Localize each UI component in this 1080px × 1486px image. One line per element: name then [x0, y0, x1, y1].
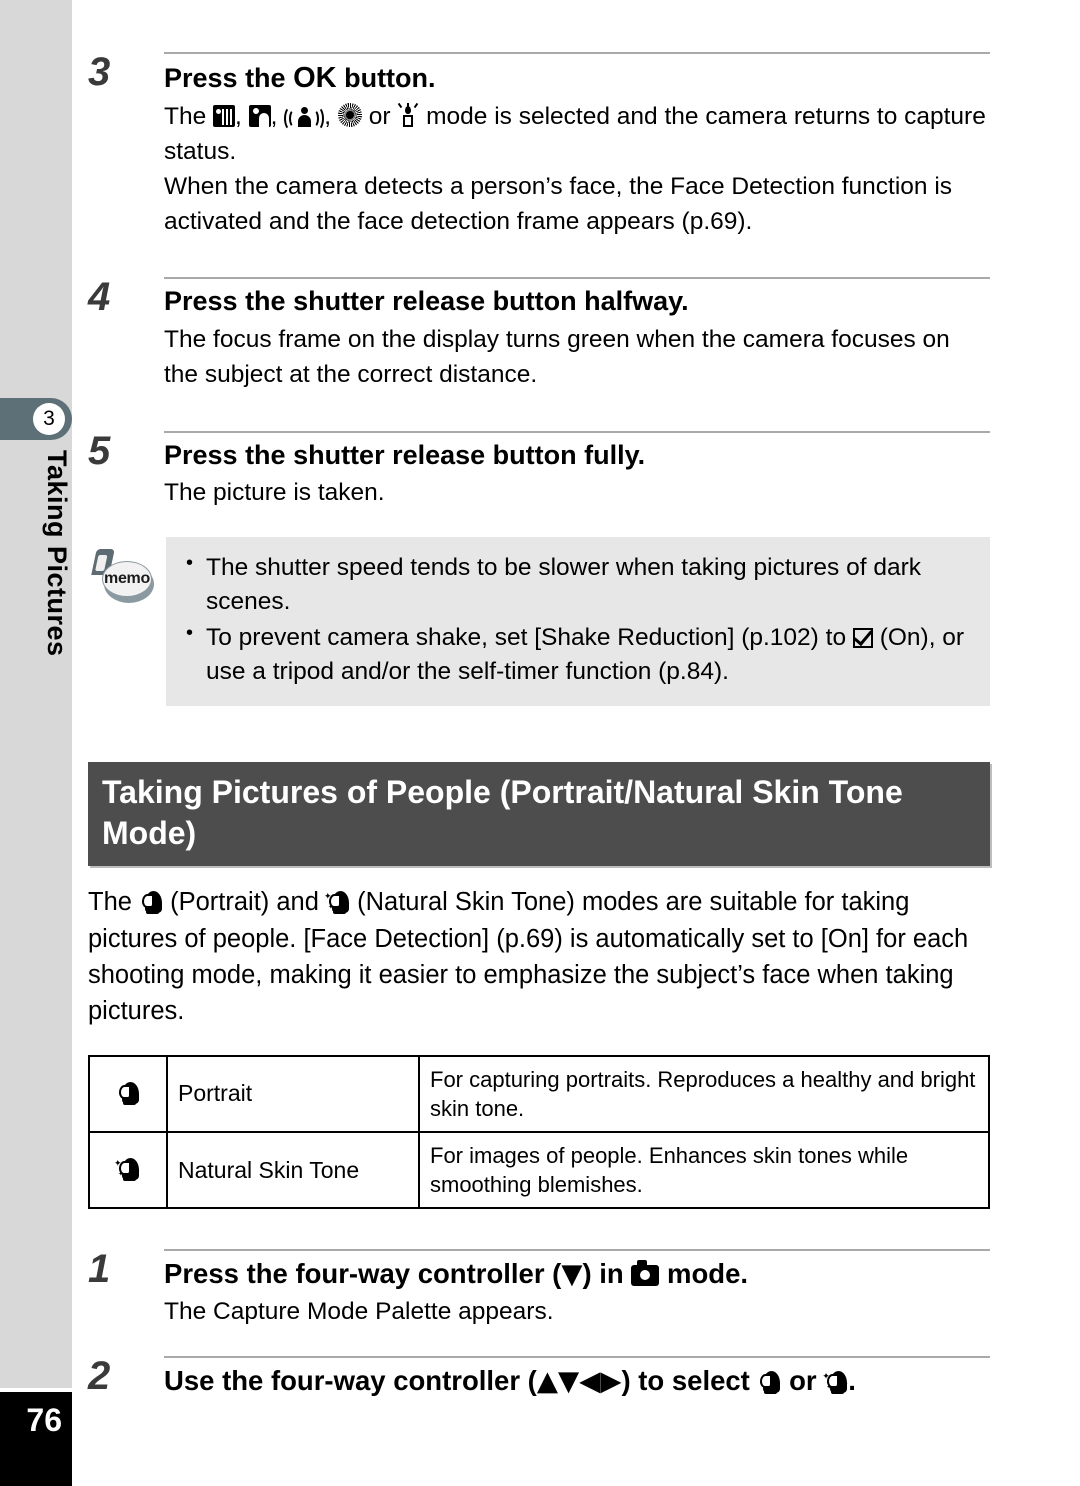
arrow-up-icon: ▲: [536, 1364, 558, 1397]
table-cell-description: For capturing portraits. Reproduces a he…: [418, 1054, 990, 1133]
arrow-down-icon: ▼: [558, 1364, 580, 1397]
step-5: 5 Press the shutter release button fully…: [88, 428, 990, 512]
table-row: Portrait For capturing portraits. Reprod…: [88, 1054, 990, 1133]
arrow-right-icon: ▶: [600, 1364, 622, 1397]
night-scene-portrait-icon: [248, 105, 271, 128]
checkbox-on-icon: [852, 627, 873, 648]
step-2-number: 2: [88, 1353, 111, 1398]
step-2-title-part2: ) to select: [621, 1364, 758, 1396]
step-5-text: The picture is taken.: [164, 479, 385, 507]
camera-mode-icon: [631, 1259, 660, 1286]
bottom-steps: 1 Press the four-way controller (▼) in m…: [88, 1246, 990, 1399]
memo-box: The shutter speed tends to be slower whe…: [166, 537, 990, 707]
step-5-title: Press the shutter release button fully.: [164, 439, 646, 470]
step-1-number: 1: [88, 1246, 111, 1291]
table-cell-icon: [88, 1054, 168, 1133]
section-heading: Taking Pictures of People (Portrait/Natu…: [88, 762, 990, 867]
memo-icon: memo: [88, 549, 160, 607]
step-4-number: 4: [88, 275, 111, 320]
table-cell-mode-name: Natural Skin Tone: [166, 1130, 420, 1209]
table-cell-description: For images of people. Enhances skin tone…: [418, 1130, 990, 1209]
memo-block: memo The shutter speed tends to be slowe…: [88, 537, 990, 707]
step-1-title-part2: ) in: [582, 1257, 632, 1289]
step-1-title-part3: mode.: [659, 1257, 748, 1289]
night-scene-icon: [213, 105, 236, 128]
section-intro: The (Portrait) and ✦ ✦ ✦ (Natural Skin Ton…: [88, 884, 990, 1029]
memo-item-1: The shutter speed tends to be slower whe…: [180, 550, 972, 619]
step-3-title-prefix: Press the: [164, 63, 294, 93]
page-number-footer: 76: [0, 1392, 72, 1486]
page-number: 76: [26, 1402, 62, 1438]
sidebar: 3 Taking Pictures: [0, 0, 72, 1388]
natural-skin-tone-icon: ✦ ✦ ✦: [822, 1370, 848, 1394]
step-4: 4 Press the shutter release button halfw…: [88, 277, 990, 392]
section-intro-part1: The: [88, 888, 140, 917]
natural-skin-tone-icon: ✦ ✦ ✦: [324, 890, 350, 915]
step-4-text: The focus frame on the display turns gre…: [164, 326, 950, 388]
table-row: ✦ ✦ ✦ Natural Skin Tone For images of peop…: [88, 1130, 990, 1209]
step-1: 1 Press the four-way controller (▼) in m…: [88, 1246, 990, 1330]
step-3-title: Press the OK button.: [164, 60, 990, 96]
step-3: 3 Press the OK button. The , , , or mode…: [88, 52, 990, 239]
portrait-icon: [139, 890, 163, 915]
page-content: 3 Press the OK button. The , , , or mode…: [88, 0, 990, 1404]
step-3-title-suffix: button.: [336, 63, 436, 93]
memo-item-2-before: To prevent camera shake, set [Shake Redu…: [206, 623, 853, 651]
fireworks-icon: [337, 103, 362, 128]
natural-skin-tone-icon: ✦ ✦ ✦: [114, 1157, 140, 1182]
portrait-icon: [116, 1081, 140, 1106]
memo-list: The shutter speed tends to be slower whe…: [180, 550, 972, 689]
step-2-title-part4: .: [848, 1364, 856, 1396]
portrait-icon: [757, 1370, 781, 1394]
step-1-text: The Capture Mode Palette appears.: [164, 1298, 554, 1326]
step-3-paragraph-1: The , , , or mode is selected and the ca…: [164, 103, 986, 166]
arrow-down-icon: ▼: [561, 1257, 583, 1290]
memo-item-2: To prevent camera shake, set [Shake Redu…: [180, 620, 972, 689]
step-2: 2 Use the four-way controller (▲▼◀▶) to …: [88, 1353, 990, 1398]
mode-table: Portrait For capturing portraits. Reprod…: [88, 1054, 990, 1209]
moving-object-icon: [284, 105, 325, 132]
step-2-title-part1: Use the four-way controller (: [164, 1364, 537, 1396]
step-1-title: Press the four-way controller (▼) in mod…: [164, 1257, 990, 1291]
ok-button-label: OK: [293, 62, 337, 94]
step-1-title-part1: Press the four-way controller (: [164, 1257, 562, 1289]
arrow-left-icon: ◀: [579, 1364, 601, 1397]
chapter-title: Taking Pictures: [42, 450, 72, 657]
chapter-tab: 3: [0, 398, 72, 440]
step-3-number: 3: [88, 50, 111, 94]
candlelight-icon: [397, 103, 419, 128]
step-2-title-part3: or: [781, 1364, 825, 1396]
table-cell-icon: ✦ ✦ ✦: [88, 1130, 168, 1209]
step-2-title: Use the four-way controller (▲▼◀▶) to se…: [164, 1364, 990, 1398]
section-intro-part2: (Portrait) and: [163, 888, 327, 917]
step-3-paragraph-2: When the camera detects a person’s face,…: [164, 172, 953, 235]
table-cell-mode-name: Portrait: [166, 1054, 420, 1133]
step-4-title: Press the shutter release button halfway…: [164, 286, 689, 317]
chapter-number-badge: 3: [33, 403, 65, 435]
step-5-number: 5: [88, 428, 111, 473]
memo-icon-label: memo: [104, 570, 150, 588]
